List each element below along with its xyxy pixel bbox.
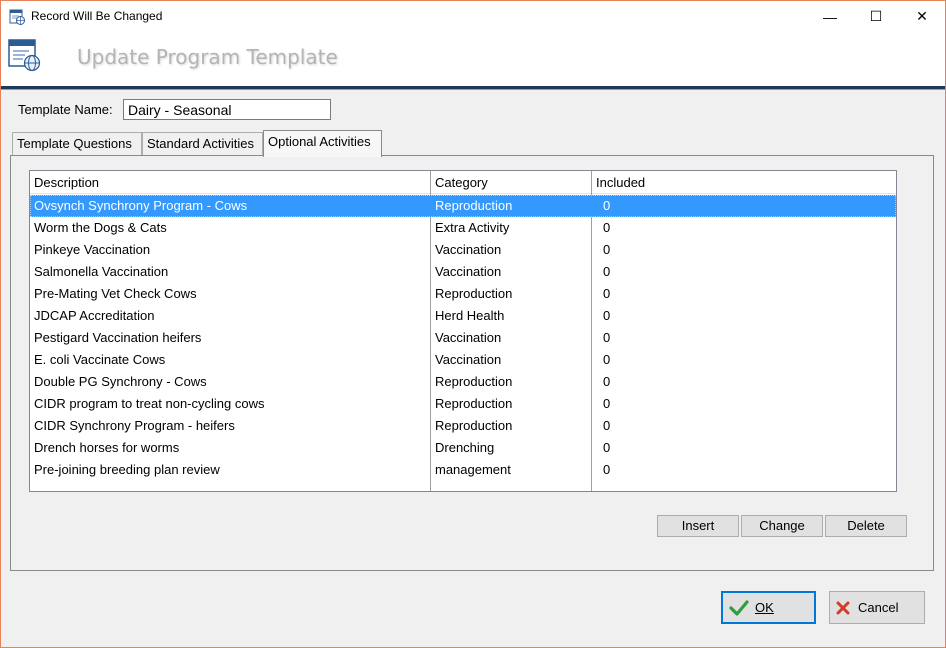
table-row[interactable]: Ovsynch Synchrony Program - Cows Reproduc…: [30, 195, 896, 217]
table-row[interactable]: CIDR program to treat non-cycling cows Re…: [30, 393, 896, 415]
table-row[interactable]: Worm the Dogs & Cats Extra Activity 0: [30, 217, 896, 239]
activities-grid[interactable]: Description Category Included Ovsynch Sy…: [29, 170, 897, 492]
column-header-description[interactable]: Description: [30, 171, 430, 194]
cell-description: Salmonella Vaccination: [34, 264, 169, 279]
minimize-icon: —: [823, 8, 837, 25]
table-row[interactable]: Drench horses for worms Drenching 0: [30, 437, 896, 459]
window-title: Record Will Be Changed: [31, 9, 163, 23]
cell-description: Drench horses for worms: [34, 440, 180, 455]
cancel-button[interactable]: Cancel: [829, 591, 925, 624]
column-header-category[interactable]: Category: [431, 171, 591, 194]
cell-category: Vaccination: [435, 264, 502, 279]
insert-button[interactable]: Insert: [657, 515, 739, 537]
cell-description: Double PG Synchrony - Cows: [34, 374, 207, 389]
cell-category: Vaccination: [435, 242, 502, 257]
cancel-x-icon: [836, 601, 850, 615]
cell-included: 0: [603, 440, 611, 455]
cell-included: 0: [603, 264, 611, 279]
cell-category: Drenching: [435, 440, 495, 455]
table-row[interactable]: CIDR Synchrony Program - heifers Reproduc…: [30, 415, 896, 437]
cell-description: Pre-joining breeding plan review: [34, 462, 220, 477]
cell-category: Vaccination: [435, 352, 502, 367]
cell-description: Ovsynch Synchrony Program - Cows: [34, 198, 248, 213]
table-row[interactable]: Salmonella Vaccination Vaccination 0: [30, 261, 896, 283]
cell-included: 0: [603, 242, 611, 257]
tab-optional-activities[interactable]: Optional Activities: [263, 130, 382, 157]
maximize-icon: ☐: [869, 8, 883, 24]
cell-included: 0: [603, 198, 611, 213]
cell-included: 0: [603, 220, 611, 235]
cell-category: Extra Activity: [435, 220, 510, 235]
page-title: Update Program Template: [77, 45, 338, 69]
cell-included: 0: [603, 352, 611, 367]
table-row[interactable]: Pestigard Vaccination heifers Vaccination…: [30, 327, 896, 349]
tab-standard-activities[interactable]: Standard Activities: [142, 132, 263, 155]
change-button-label: Change: [759, 518, 805, 533]
table-row[interactable]: Pre-joining breeding plan review manageme…: [30, 459, 896, 481]
table-row[interactable]: Double PG Synchrony - Cows Reproduction 0: [30, 371, 896, 393]
template-name-field[interactable]: [123, 99, 331, 120]
record-form-icon: [7, 38, 41, 72]
app-icon: [9, 9, 25, 25]
cell-category: Reproduction: [435, 374, 513, 389]
table-row[interactable]: JDCAP Accreditation Herd Health 0: [30, 305, 896, 327]
cell-description: E. coli Vaccinate Cows: [34, 352, 166, 367]
cell-category: Reproduction: [435, 418, 513, 433]
cell-category: Reproduction: [435, 286, 513, 301]
cell-description: CIDR Synchrony Program - heifers: [34, 418, 235, 433]
delete-button-label: Delete: [847, 518, 885, 533]
cell-included: 0: [603, 330, 611, 345]
table-row[interactable]: Pre-Mating Vet Check Cows Reproduction 0: [30, 283, 896, 305]
cancel-button-label: Cancel: [858, 600, 899, 615]
ok-button-label: OK: [755, 600, 774, 615]
column-header-included[interactable]: Included: [592, 171, 896, 194]
minimize-button[interactable]: —: [807, 1, 853, 32]
cell-included: 0: [603, 418, 611, 433]
tab-template-questions[interactable]: Template Questions: [12, 132, 142, 155]
header-banner: Update Program Template: [1, 32, 945, 86]
cell-description: Pinkeye Vaccination: [34, 242, 151, 257]
cell-included: 0: [603, 462, 611, 477]
table-row[interactable]: E. coli Vaccinate Cows Vaccination 0: [30, 349, 896, 371]
change-button[interactable]: Change: [741, 515, 823, 537]
cell-included: 0: [603, 308, 611, 323]
template-name-label: Template Name:: [18, 102, 113, 117]
ok-button[interactable]: OK: [721, 591, 816, 624]
checkmark-icon: [729, 598, 749, 618]
cell-included: 0: [603, 374, 611, 389]
maximize-button[interactable]: ☐: [853, 1, 899, 32]
cell-description: Worm the Dogs & Cats: [34, 220, 167, 235]
dialog-window: Record Will Be Changed — ☐ ✕ Update Prog…: [0, 0, 946, 648]
cell-category: Reproduction: [435, 396, 513, 411]
cell-category: Reproduction: [435, 198, 513, 213]
insert-button-label: Insert: [681, 518, 715, 533]
cell-category: Vaccination: [435, 330, 502, 345]
close-icon: ✕: [916, 8, 928, 24]
close-button[interactable]: ✕: [899, 1, 945, 32]
table-row[interactable]: Pinkeye Vaccination Vaccination 0: [30, 239, 896, 261]
header-divider-highlight: [1, 89, 945, 90]
cell-description: Pre-Mating Vet Check Cows: [34, 286, 197, 301]
cell-description: Pestigard Vaccination heifers: [34, 330, 202, 345]
delete-button[interactable]: Delete: [825, 515, 907, 537]
cell-description: CIDR program to treat non-cycling cows: [34, 396, 265, 411]
cell-category: Herd Health: [435, 308, 505, 323]
cell-category: management: [435, 462, 511, 477]
title-bar[interactable]: Record Will Be Changed — ☐ ✕: [1, 1, 945, 32]
cell-included: 0: [603, 286, 611, 301]
cell-description: JDCAP Accreditation: [34, 308, 155, 323]
cell-included: 0: [603, 396, 611, 411]
